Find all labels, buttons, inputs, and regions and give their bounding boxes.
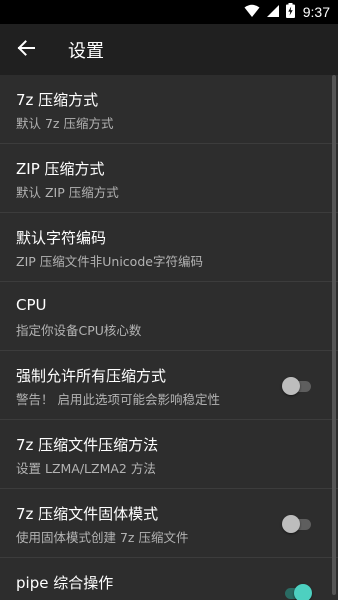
setting-subtitle: 警告！ 启用此选项可能会影响稳定性 [16, 392, 220, 407]
force-all-compression-toggle[interactable] [282, 376, 312, 396]
setting-title: 7z 压缩文件压缩方法 [16, 436, 159, 454]
setting-7z-solid-mode[interactable]: 7z 压缩文件固体模式 使用固体模式创建 7z 压缩文件 [0, 489, 338, 558]
toggle-thumb [282, 515, 300, 533]
page-title: 设置 [68, 40, 104, 62]
setting-subtitle: 默认 ZIP 压缩方式 [16, 185, 119, 200]
app-bar: 设置 [0, 24, 338, 75]
setting-title: 7z 压缩文件固体模式 [16, 505, 159, 523]
signal-icon [266, 3, 280, 22]
back-button[interactable] [0, 24, 52, 75]
setting-default-charset[interactable]: 默认字符编码 ZIP 压缩文件非Unicode字符编码 [0, 213, 338, 282]
setting-7z-compression-method[interactable]: 7z 压缩文件压缩方法 设置 LZMA/LZMA2 方法 [0, 420, 338, 489]
setting-subtitle: 默认 7z 压缩方式 [16, 116, 114, 131]
setting-subtitle: ZIP 压缩文件非Unicode字符编码 [16, 254, 203, 269]
toggle-thumb [294, 584, 312, 600]
setting-title: ZIP 压缩方式 [16, 160, 105, 178]
status-time: 9:37 [302, 4, 330, 20]
setting-title: 默认字符编码 [16, 229, 107, 247]
solid-mode-toggle[interactable] [282, 514, 312, 534]
status-icons: 9:37 [244, 0, 330, 24]
setting-title: pipe 综合操作 [16, 574, 114, 592]
setting-subtitle: 指定你设备CPU核心数 [16, 323, 142, 338]
arrow-back-icon [17, 39, 35, 61]
setting-7z-compression-mode[interactable]: 7z 压缩方式 默认 7z 压缩方式 [0, 75, 338, 144]
setting-title: 强制允许所有压缩方式 [16, 367, 167, 385]
setting-cpu[interactable]: CPU 指定你设备CPU核心数 [0, 282, 338, 351]
setting-title: 7z 压缩方式 [16, 91, 99, 109]
status-bar: 9:37 [0, 0, 338, 24]
pipe-operation-toggle[interactable] [282, 583, 312, 600]
battery-charging-icon [285, 2, 295, 22]
setting-pipe-operation[interactable]: pipe 综合操作 [0, 558, 338, 600]
settings-list[interactable]: 7z 压缩方式 默认 7z 压缩方式 ZIP 压缩方式 默认 ZIP 压缩方式 … [0, 75, 338, 600]
setting-zip-compression-mode[interactable]: ZIP 压缩方式 默认 ZIP 压缩方式 [0, 144, 338, 213]
toggle-thumb [282, 377, 300, 395]
setting-subtitle: 设置 LZMA/LZMA2 方法 [16, 461, 156, 476]
setting-force-all-compression[interactable]: 强制允许所有压缩方式 警告！ 启用此选项可能会影响稳定性 [0, 351, 338, 420]
setting-subtitle: 使用固体模式创建 7z 压缩文件 [16, 530, 189, 545]
scrollbar[interactable] [332, 75, 336, 595]
setting-title: CPU [16, 296, 47, 314]
wifi-icon [244, 3, 260, 22]
